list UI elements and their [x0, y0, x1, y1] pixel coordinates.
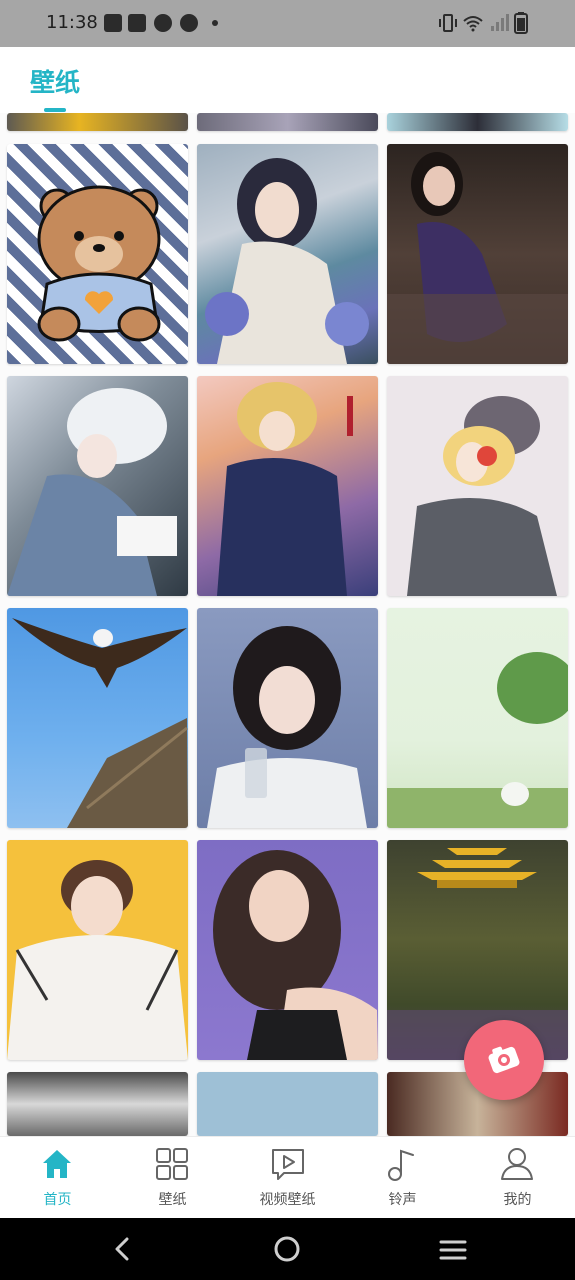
bottom-navigation: 首页 壁纸 视频壁纸 铃声 我的 [0, 1136, 575, 1219]
wallpaper-tile[interactable] [7, 840, 188, 1060]
home-icon [43, 1150, 71, 1178]
notification-icon [154, 14, 172, 32]
status-bar: 11:38 [0, 0, 575, 47]
wallpaper-tile[interactable] [197, 608, 378, 828]
woman-purple-dress-image [387, 152, 568, 364]
nav-wallpaper-label: 壁纸 [158, 1192, 187, 1208]
white-haired-girl-image [7, 388, 177, 596]
notification-icon [180, 14, 198, 32]
anime-girl-blonde-image [217, 382, 353, 596]
wallpaper-tile[interactable] [7, 376, 188, 596]
young-man-hoodie-image [7, 860, 188, 1060]
wallpaper-tile[interactable] [197, 144, 378, 364]
nav-home-label: 首页 [43, 1192, 72, 1208]
pastel-landscape-image [387, 652, 568, 828]
status-time: 11:38 [46, 12, 98, 33]
anime-girl-umbrella-image [205, 158, 369, 364]
notification-icon [104, 14, 122, 32]
wallpaper-tile[interactable] [7, 144, 188, 364]
back-icon[interactable] [110, 1236, 134, 1262]
home-circle-icon[interactable] [273, 1235, 301, 1263]
battery-icon [514, 12, 528, 34]
wallpaper-tile[interactable] [7, 113, 188, 131]
woman-with-glass-image [207, 626, 367, 828]
recents-menu-icon[interactable] [438, 1238, 468, 1262]
wallpaper-tile[interactable] [197, 113, 378, 131]
music-note-icon [388, 1149, 414, 1181]
nav-mine[interactable]: 我的 [460, 1137, 575, 1219]
wallpaper-tile[interactable] [387, 376, 568, 596]
person-icon [501, 1148, 533, 1180]
nav-ringtone-label: 铃声 [388, 1192, 417, 1208]
wifi-icon [463, 16, 483, 32]
teddy-bear-image [37, 185, 161, 342]
vibrate-icon [439, 14, 457, 32]
nav-home[interactable]: 首页 [0, 1137, 115, 1219]
wallpaper-tile[interactable] [7, 608, 188, 828]
nav-ringtone[interactable]: 铃声 [345, 1137, 460, 1219]
anime-girl-headphones-image [407, 396, 557, 596]
nav-mine-label: 我的 [503, 1192, 532, 1208]
nav-wallpaper[interactable]: 壁纸 [115, 1137, 230, 1219]
wallpaper-tile[interactable] [387, 608, 568, 828]
wallpaper-tile[interactable] [387, 113, 568, 131]
tab-indicator [44, 108, 66, 112]
nav-video-wallpaper-label: 视频壁纸 [259, 1192, 316, 1208]
eagle-image [12, 618, 188, 828]
nav-video-wallpaper[interactable]: 视频壁纸 [230, 1137, 345, 1219]
wallpaper-tile[interactable] [387, 144, 568, 364]
smiling-woman-image [213, 850, 378, 1060]
wallpaper-tile[interactable] [197, 376, 378, 596]
signal-icon [491, 14, 509, 31]
system-navigation-bar [0, 1218, 575, 1280]
page-title[interactable]: 壁纸 [30, 63, 80, 99]
wallpaper-tile[interactable] [7, 1072, 188, 1136]
wallpaper-tile[interactable] [197, 840, 378, 1060]
camera-icon [488, 1046, 520, 1074]
wallpaper-grid[interactable] [0, 113, 575, 1136]
more-notifications-icon [212, 20, 218, 26]
video-icon [272, 1149, 304, 1180]
notification-icon [128, 14, 146, 32]
app-header: 壁纸 [0, 47, 575, 113]
camera-fab-button[interactable] [464, 1020, 544, 1100]
grid-icon [156, 1148, 188, 1180]
wallpaper-tile[interactable] [197, 1072, 378, 1136]
